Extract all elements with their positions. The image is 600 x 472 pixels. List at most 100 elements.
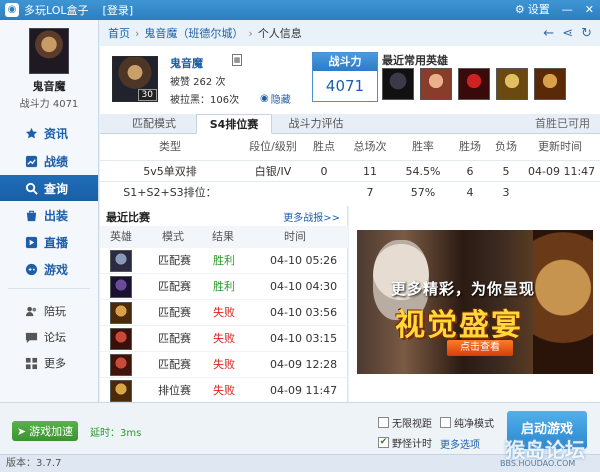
match-mode: 匹配赛 <box>158 332 191 345</box>
checkbox-unchecked[interactable] <box>440 417 451 428</box>
match-time: 04-09 12:28 <box>270 358 338 371</box>
avatar[interactable] <box>29 28 69 74</box>
match-row[interactable]: 匹配赛 胜利 04-10 04:30 <box>100 274 348 300</box>
column-header: 英雄 <box>110 230 132 243</box>
ad-headline: 视觉盛宴 <box>395 308 523 343</box>
more-options-link[interactable]: 更多选项 <box>440 436 480 451</box>
match-row[interactable]: 匹配赛 失败 04-10 03:15 <box>100 326 348 352</box>
hero-portrait[interactable] <box>534 68 566 100</box>
sidebar-item-label: 更多 <box>44 357 66 370</box>
close-button[interactable]: ✕ <box>579 0 600 20</box>
tab-ranked[interactable]: S4排位赛 <box>196 114 272 134</box>
power-title: 战斗力 <box>313 53 377 71</box>
qr-code-icon[interactable]: ▦ <box>232 54 242 66</box>
refresh-icon[interactable]: ↻ <box>581 26 592 41</box>
match-result: 失败 <box>213 384 235 397</box>
player-name[interactable]: 鬼音魔 <box>170 55 203 71</box>
table-cell: 6 <box>466 165 474 178</box>
table-cell: 3 <box>502 186 510 199</box>
match-result: 胜利 <box>213 280 235 293</box>
ad-banner[interactable]: 更多精彩，为你呈现 视觉盛宴 点击查看 <box>357 230 593 374</box>
hide-label: 隐藏 <box>270 95 291 106</box>
match-row[interactable]: 匹配赛 失败 04-10 03:56 <box>100 300 348 326</box>
settings-button[interactable]: ⚙ 设置 <box>509 0 556 20</box>
breadcrumb-server[interactable]: 鬼音魔（班德尔城） <box>144 25 243 41</box>
hero-icon <box>110 302 132 324</box>
option-unlimited-view[interactable]: 无限视距 <box>378 415 432 430</box>
sidebar-item-forum[interactable]: 论坛 <box>0 324 98 350</box>
sidebar-item-label: 论坛 <box>44 331 66 344</box>
column-header: 模式 <box>162 230 184 243</box>
hero-portrait[interactable] <box>496 68 528 100</box>
match-result: 失败 <box>213 358 235 371</box>
player-avatar: 30 <box>112 56 158 102</box>
share-icon[interactable]: ⋖ <box>562 26 573 41</box>
tab-power-eval[interactable]: 战斗力评估 <box>274 114 358 134</box>
app-title: 多玩LOL盒子 <box>24 4 89 17</box>
more-reports-link[interactable]: 更多战报>> <box>283 209 340 224</box>
login-link[interactable]: [登录] <box>103 2 134 18</box>
table-cell: 5v5单双排 <box>143 165 197 178</box>
sidebar-item-games[interactable]: 游戏 <box>0 256 98 282</box>
option-label: 野怪计时 <box>392 439 432 450</box>
game-accelerate-button[interactable]: ➤ 游戏加速 <box>12 421 78 441</box>
column-header: 段位/级别 <box>249 140 297 153</box>
checkbox-checked[interactable]: ✔ <box>378 437 389 448</box>
ad-hero-image <box>533 230 593 374</box>
breadcrumb: 首页 › 鬼音魔（班德尔城） › 个人信息 ← ⋖ ↻ <box>100 20 600 46</box>
hero-portrait[interactable] <box>458 68 490 100</box>
table-cell: 4 <box>466 186 474 199</box>
hide-link[interactable]: ◉ 隐藏 <box>260 91 291 106</box>
sidebar-item-label: 战绩 <box>44 154 69 169</box>
player-level-badge: 30 <box>137 89 157 101</box>
sidebar-item-label: 陪玩 <box>44 305 66 318</box>
watermark-subtext: BBS.HOUDAO.COM <box>500 459 576 468</box>
column-header: 胜场 <box>459 140 481 153</box>
match-row[interactable]: 匹配赛 失败 04-09 12:28 <box>100 352 348 378</box>
recent-column-headers: 英雄 模式 结果 时间 <box>100 226 348 248</box>
version-text: 版本：3.7.7 <box>6 458 62 469</box>
sidebar-item-companion[interactable]: 陪玩 <box>0 298 98 324</box>
tab-normal[interactable]: 匹配模式 <box>114 114 194 134</box>
breadcrumb-home[interactable]: 首页 <box>108 25 130 41</box>
hero-portrait[interactable] <box>382 68 414 100</box>
sidebar-item-news[interactable]: 资讯 <box>0 120 98 146</box>
breadcrumb-separator: › <box>248 26 253 40</box>
player-likes: 被赞 262 次 <box>170 77 226 88</box>
breadcrumb-current: 个人信息 <box>257 27 302 40</box>
table-cell: 57% <box>410 186 436 199</box>
sidebar-item-build[interactable]: 出装 <box>0 202 98 228</box>
hero-icon <box>110 354 132 376</box>
sidebar-item-record[interactable]: 战绩 <box>0 148 98 174</box>
rocket-icon: ➤ <box>16 424 27 438</box>
ad-cta-button[interactable]: 点击查看 <box>447 340 513 356</box>
match-row[interactable]: 排位赛 失败 04-09 11:47 <box>100 378 348 404</box>
match-time: 04-10 03:56 <box>270 306 338 319</box>
column-header: 更新时间 <box>538 140 582 153</box>
profile-power: 战斗力 4071 <box>19 99 79 110</box>
option-pure-mode[interactable]: 纯净模式 <box>440 415 494 430</box>
option-jungle-timer[interactable]: ✔ 野怪计时 <box>378 435 432 450</box>
eye-icon: ◉ <box>260 93 269 104</box>
sidebar-item-live[interactable]: 直播 <box>0 229 98 255</box>
sidebar-item-search[interactable]: 查询 <box>0 175 98 201</box>
match-time: 04-10 04:30 <box>270 280 338 293</box>
back-arrow-icon[interactable]: ← <box>543 26 554 41</box>
hero-icon <box>110 328 132 350</box>
breadcrumb-separator: › <box>135 26 140 40</box>
app-logo-icon: ◉ <box>5 3 19 17</box>
profile-name: 鬼音魔 <box>32 80 66 93</box>
hero-icon <box>110 276 132 298</box>
sidebar-divider <box>8 288 90 289</box>
checkbox-unchecked[interactable] <box>378 417 389 428</box>
grid-icon <box>24 356 38 370</box>
match-row[interactable]: 匹配赛 胜利 04-10 05:26 <box>100 248 348 274</box>
table-row: S1+S2+S3排位： 7 57% 4 3 <box>100 182 600 204</box>
recent-header: 最近比赛 更多战报>> <box>100 206 348 226</box>
sidebar-item-more[interactable]: 更多 <box>0 350 98 376</box>
minimize-button[interactable]: — <box>556 0 579 20</box>
play-icon <box>24 235 38 249</box>
hero-portrait[interactable] <box>420 68 452 100</box>
sidebar-item-label: 查询 <box>44 181 69 196</box>
hero-icon <box>110 380 132 402</box>
